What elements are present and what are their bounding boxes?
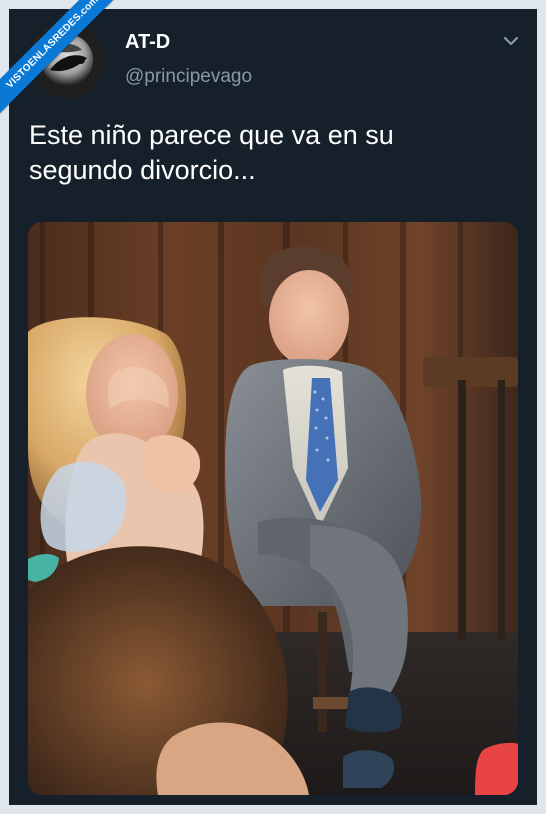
tweet-card: AT-D @principevago Este niño parece que …: [9, 9, 537, 805]
watermark-label: VISTOENLASREDES.com: [0, 0, 120, 119]
screenshot-frame: AT-D @principevago Este niño parece que …: [0, 0, 546, 814]
username-handle[interactable]: @principevago: [125, 65, 252, 89]
chevron-down-icon[interactable]: [499, 29, 523, 53]
tweet-photo[interactable]: [28, 222, 518, 795]
tweet-text: Este niño parece que va en su segundo di…: [29, 120, 394, 185]
display-name[interactable]: AT-D: [125, 30, 170, 54]
watermark-ribbon: VISTOENLASREDES.com: [0, 0, 120, 120]
